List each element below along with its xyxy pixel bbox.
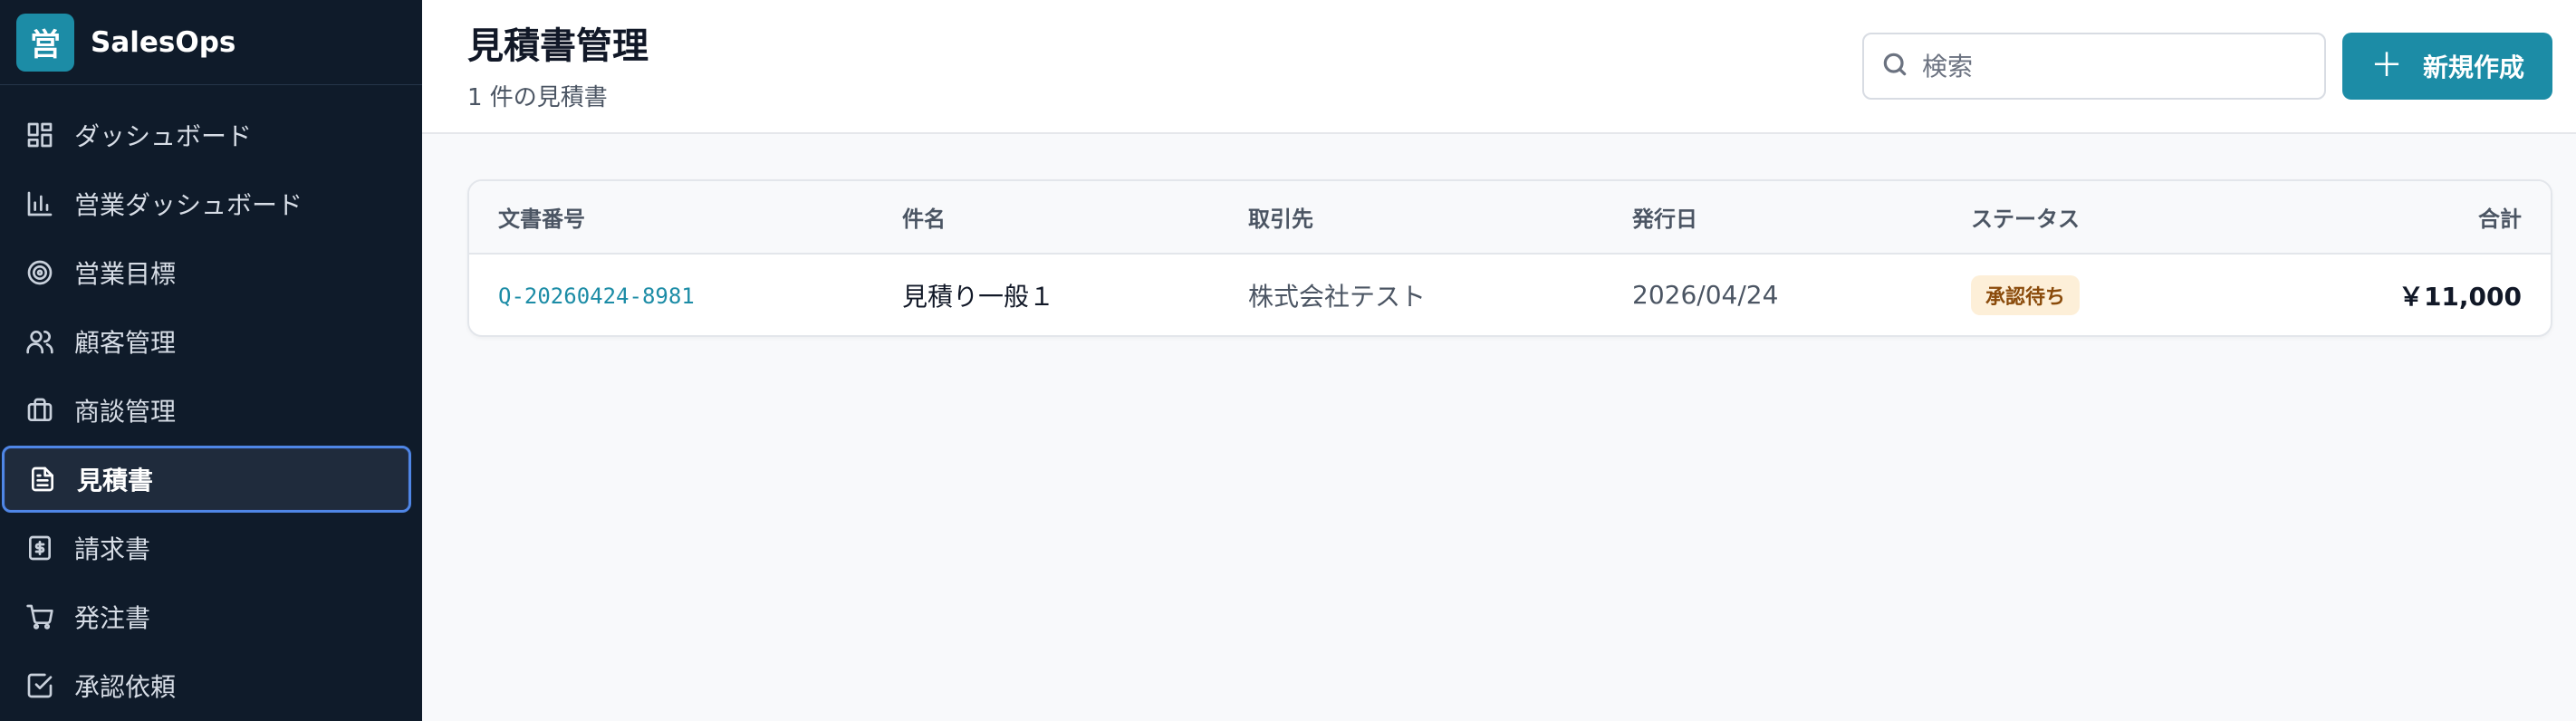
sidebar-item-sales-dashboard[interactable]: 営業ダッシュボード [2, 170, 411, 237]
sidebar-item-sales-targets[interactable]: 営業目標 [2, 239, 411, 306]
document-icon [28, 465, 57, 494]
dashboard-icon [25, 120, 54, 149]
table-header-row: 文書番号 件名 取引先 発行日 ステータス 合計 [469, 181, 2551, 255]
sidebar-item-approvals[interactable]: 承認依頼 [2, 652, 411, 719]
brand-name: SalesOps [91, 25, 236, 59]
column-header-total[interactable]: 合計 [2243, 181, 2551, 255]
invoice-icon [25, 534, 54, 562]
content: 文書番号 件名 取引先 発行日 ステータス 合計 Q-20260424-8981 [422, 134, 2576, 337]
search-icon [1880, 50, 1909, 82]
cell-date: 2026/04/24 [1632, 280, 1779, 310]
sidebar-item-purchase-orders[interactable]: 発注書 [2, 583, 411, 650]
brand-logo: 営 [16, 13, 74, 72]
sidebar-item-label: 見積書 [77, 466, 154, 495]
search-box[interactable] [1862, 33, 2326, 100]
cell-doc-no: Q-20260424-8981 [469, 254, 902, 335]
column-header-client[interactable]: 取引先 [1248, 181, 1632, 255]
quotes-table-card: 文書番号 件名 取引先 発行日 ステータス 合計 Q-20260424-8981 [467, 179, 2552, 337]
cell-status: 承認待ち [1971, 254, 2243, 335]
briefcase-icon [25, 396, 54, 425]
app-root: 営 SalesOps ダッシュボード 営業ダッシュボード 営業目標 顧客管理 商… [0, 0, 2576, 721]
sidebar-item-label: 発注書 [74, 603, 151, 633]
sidebar-item-invoices[interactable]: 請求書 [2, 514, 411, 582]
column-header-status[interactable]: ステータス [1971, 181, 2243, 255]
table-row[interactable]: Q-20260424-8981 見積り一般１ 株式会社テスト 2026/04/2… [469, 254, 2551, 335]
column-header-subject[interactable]: 件名 [902, 181, 1248, 255]
column-header-doc-no[interactable]: 文書番号 [469, 181, 902, 255]
cart-icon [25, 602, 54, 631]
sidebar-item-label: 営業目標 [74, 259, 177, 289]
sidebar-item-label: ダッシュボード [74, 121, 253, 151]
plus-icon: ＋ [2369, 47, 2403, 84]
cell-client: 株式会社テスト [1248, 281, 1427, 312]
sidebar: 営 SalesOps ダッシュボード 営業ダッシュボード 営業目標 顧客管理 商… [0, 0, 422, 721]
sidebar-item-label: 商談管理 [74, 397, 177, 427]
page-header: 見積書管理 1 件の見積書 ＋ 新規作成 [422, 0, 2576, 134]
header-actions: ＋ 新規作成 [1862, 33, 2552, 100]
sidebar-item-quotes[interactable]: 見積書 [2, 446, 411, 513]
sidebar-item-customers[interactable]: 顧客管理 [2, 308, 411, 375]
page-title: 見積書管理 [467, 24, 649, 67]
sidebar-item-label: 請求書 [74, 534, 151, 564]
search-input[interactable] [1922, 51, 2302, 82]
users-icon [25, 327, 54, 356]
sidebar-item-dashboard[interactable]: ダッシュボード [2, 101, 411, 168]
doc-number-link[interactable]: Q-20260424-8981 [498, 284, 695, 309]
sidebar-item-deals[interactable]: 商談管理 [2, 377, 411, 444]
sidebar-item-label: 顧客管理 [74, 328, 177, 358]
status-badge: 承認待ち [1971, 274, 2081, 315]
new-quote-button-label: 新規作成 [2423, 53, 2525, 82]
cell-subject: 見積り一般１ [902, 281, 1055, 312]
new-quote-button[interactable]: ＋ 新規作成 [2342, 33, 2552, 100]
title-block: 見積書管理 1 件の見積書 [467, 21, 649, 112]
column-header-date[interactable]: 発行日 [1632, 181, 1971, 255]
cell-total: ￥11,000 [2398, 281, 2522, 312]
page-subtitle: 1 件の見積書 [467, 83, 608, 111]
main-area: 見積書管理 1 件の見積書 ＋ 新規作成 [422, 0, 2576, 721]
sidebar-item-label: 営業ダッシュボード [74, 190, 303, 220]
target-icon [25, 258, 54, 287]
check-square-icon [25, 671, 54, 700]
brand[interactable]: 営 SalesOps [0, 0, 422, 85]
quotes-table: 文書番号 件名 取引先 発行日 ステータス 合計 Q-20260424-8981 [469, 181, 2551, 335]
sidebar-item-label: 承認依頼 [74, 672, 177, 702]
bar-chart-icon [25, 189, 54, 218]
sidebar-nav: ダッシュボード 営業ダッシュボード 営業目標 顧客管理 商談管理 見積書 請求書… [0, 85, 422, 721]
